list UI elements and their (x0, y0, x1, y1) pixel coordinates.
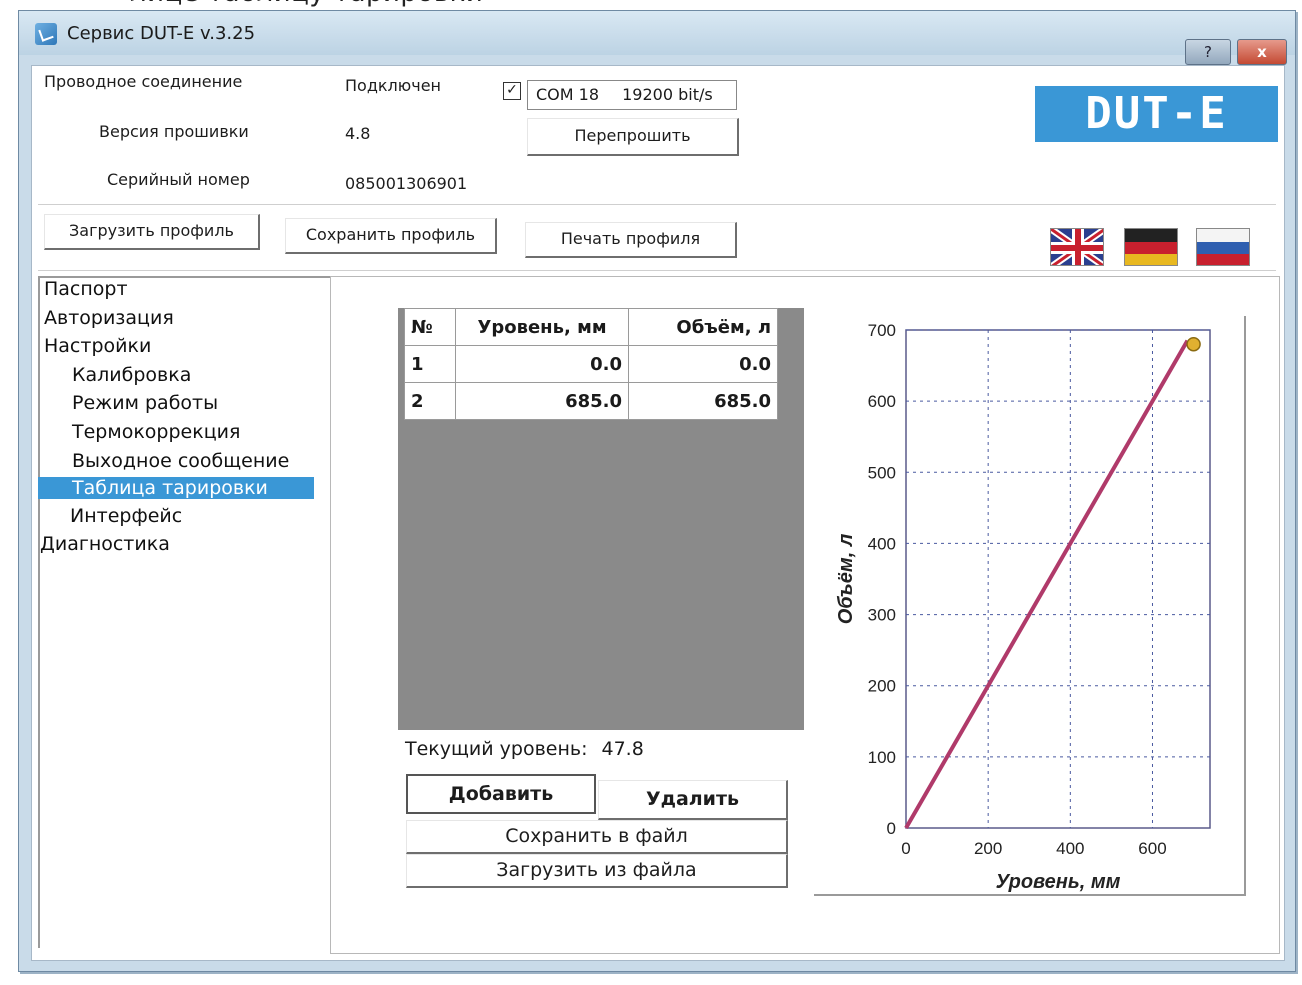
tree-item-thermocorrection[interactable]: Термокоррекция (72, 421, 240, 443)
com-port-select[interactable]: COM 18 19200 bit/s (527, 80, 737, 110)
column-header-level[interactable]: Уровень, мм (455, 308, 629, 346)
cell-volume[interactable]: 685.0 (628, 382, 778, 420)
wired-connection-label: Проводное соединение (44, 72, 243, 91)
tree-item-diagnostics[interactable]: Диагностика (40, 533, 170, 555)
current-level: Текущий уровень: 47.8 (405, 738, 644, 760)
cell-volume[interactable]: 0.0 (628, 345, 778, 383)
window-title: Сервис DUT-E v.3.25 (67, 23, 256, 44)
tree-item-output-message[interactable]: Выходное сообщение (72, 450, 289, 472)
close-button[interactable]: x (1237, 39, 1287, 65)
profile-bar-bottom-divider (38, 270, 1276, 271)
table-row[interactable]: 2 685.0 685.0 (404, 382, 778, 420)
tree-item-calibration-table[interactable]: Таблица тарировки (38, 477, 314, 499)
y-tick-label: 500 (868, 463, 896, 482)
russian-flag-icon[interactable] (1196, 228, 1250, 266)
cell-level[interactable]: 685.0 (455, 382, 629, 420)
x-axis-label: Уровень, мм (996, 871, 1121, 893)
add-row-button[interactable]: Добавить (406, 774, 596, 814)
connection-status: Подключен (345, 76, 441, 95)
tree-item-calibration[interactable]: Калибровка (72, 364, 191, 386)
tree-item-passport[interactable]: Паспорт (44, 278, 128, 300)
english-flag-icon[interactable] (1050, 228, 1104, 266)
calibration-table: № Уровень, мм Объём, л 1 0.0 0.0 2 685.0… (404, 308, 778, 420)
y-tick-label: 700 (868, 321, 896, 340)
tree-item-settings[interactable]: Настройки (44, 335, 151, 357)
x-tick-label: 0 (901, 839, 910, 858)
x-tick-label: 400 (1056, 839, 1084, 858)
calibration-chart: 0 200 400 600 0 100 200 300 400 500 600 700 Уровень,… (835, 321, 1211, 893)
help-button[interactable]: ? (1185, 39, 1231, 65)
y-tick-label: 400 (868, 534, 896, 553)
com-port-value: COM 18 (536, 85, 600, 104)
current-level-marker (1186, 336, 1201, 352)
x-tick-label: 200 (974, 839, 1002, 858)
table-header-row: № Уровень, мм Объём, л (404, 308, 778, 346)
serial-number-label: Серийный номер (107, 170, 250, 189)
profile-bar-top-divider (38, 204, 1276, 205)
cell-level[interactable]: 0.0 (455, 345, 629, 383)
dut-e-logo: DUT-E (1035, 86, 1278, 142)
load-from-file-button[interactable]: Загрузить из файла (406, 854, 788, 888)
current-level-value: 47.8 (601, 738, 644, 760)
y-axis-label: Объём, л (835, 533, 857, 624)
firmware-version-label: Версия прошивки (99, 122, 249, 141)
save-to-file-button[interactable]: Сохранить в файл (406, 820, 788, 854)
x-tick-label: 600 (1138, 839, 1166, 858)
load-profile-button[interactable]: Загрузить профиль (44, 214, 260, 250)
baud-rate-value: 19200 bit/s (622, 85, 713, 104)
column-header-volume[interactable]: Объём, л (628, 308, 778, 346)
save-profile-button[interactable]: Сохранить профиль (285, 218, 497, 254)
table-row[interactable]: 1 0.0 0.0 (404, 345, 778, 383)
y-tick-label: 0 (887, 819, 896, 838)
column-header-number[interactable]: № (404, 308, 456, 346)
reflash-button[interactable]: Перепрошить (527, 118, 739, 156)
connection-checkbox[interactable]: ✓ (503, 82, 521, 100)
page-caption: лице таблицу тарировки (130, 0, 483, 8)
title-bar: Сервис DUT-E v.3.25 (19, 11, 1295, 55)
cell-number: 2 (404, 382, 456, 420)
german-flag-icon[interactable] (1124, 228, 1178, 266)
tree-item-interface[interactable]: Интерфейс (70, 505, 182, 527)
tree-item-operation-mode[interactable]: Режим работы (72, 392, 218, 414)
serial-number-value: 085001306901 (345, 174, 468, 193)
firmware-version-value: 4.8 (345, 124, 371, 143)
y-tick-label: 100 (868, 748, 896, 767)
current-level-label: Текущий уровень: (405, 738, 588, 760)
app-icon (35, 23, 57, 45)
plot-area (905, 329, 1211, 829)
cell-number: 1 (404, 345, 456, 383)
y-tick-label: 600 (868, 392, 896, 411)
print-profile-button[interactable]: Печать профиля (525, 222, 737, 258)
delete-row-button[interactable]: Удалить (598, 780, 788, 820)
tree-item-authorization[interactable]: Авторизация (44, 307, 174, 329)
y-tick-label: 300 (868, 606, 896, 625)
y-tick-label: 200 (868, 677, 896, 696)
